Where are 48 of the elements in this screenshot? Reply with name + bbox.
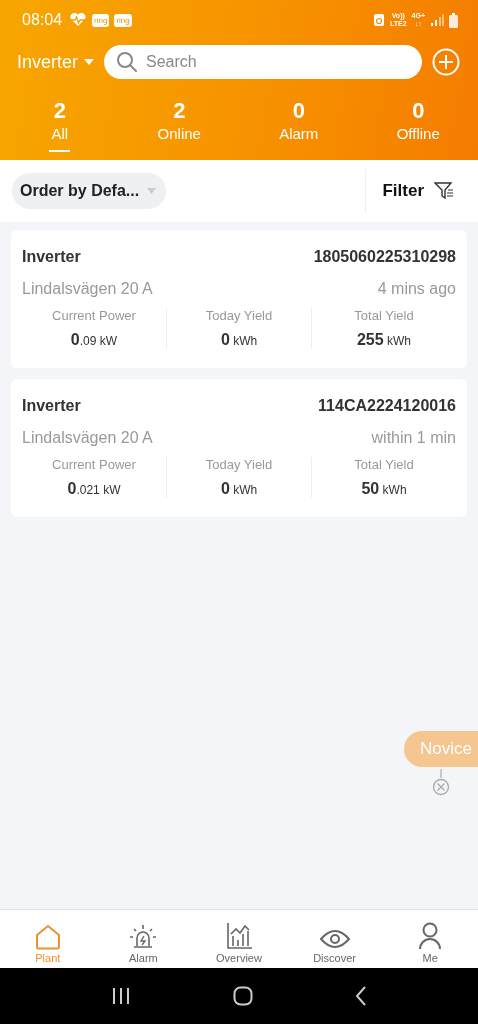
- recent-apps-icon[interactable]: [111, 987, 131, 1005]
- device-name: Inverter: [22, 248, 81, 266]
- metric-label: Current Power: [52, 457, 136, 472]
- metric-value: 50 kWh: [361, 480, 407, 498]
- person-icon: [418, 922, 443, 950]
- nav-item[interactable]: Alarm: [95, 910, 192, 968]
- alarm-light-icon: [128, 924, 159, 950]
- nav-item[interactable]: Me: [382, 910, 478, 968]
- serial-number: 114CA2224120016: [318, 397, 456, 415]
- device-name: Inverter: [22, 397, 81, 415]
- metric-value: 0.09 kW: [70, 331, 118, 349]
- metric-value: 0 kWh: [220, 480, 258, 498]
- home-icon: [33, 924, 62, 950]
- heart-rate-icon: [69, 13, 88, 27]
- search-icon: [116, 51, 139, 73]
- device-card[interactable]: Inverter 114CA2224120016 Lindalsvägen 20 A within 1 min Current Power 0.021 kW Today Yield 0 kWh Total Yield 50 kWh: [11, 379, 467, 517]
- metric-label: Today Yield: [205, 308, 273, 323]
- metric-value: 0 kWh: [220, 331, 258, 349]
- back-icon[interactable]: [355, 986, 367, 1006]
- search-field[interactable]: Search: [104, 45, 422, 79]
- metric-value: 0.021 kW: [67, 480, 121, 498]
- metric-value: 255 kWh: [356, 331, 411, 349]
- caret-icon: [147, 188, 157, 194]
- chart-icon: [225, 922, 253, 950]
- nav-item[interactable]: Discover: [286, 910, 383, 968]
- nav-item[interactable]: Overview: [191, 910, 287, 968]
- eye-icon: [319, 928, 350, 950]
- add-icon[interactable]: [432, 48, 460, 76]
- notification-badge: ring: [92, 13, 110, 27]
- metric-label: Current Power: [52, 308, 136, 323]
- metric-label: Total Yield: [354, 457, 414, 472]
- filter-button[interactable]: Filter: [365, 169, 460, 213]
- device-address: Lindalsvägen 20 A: [22, 429, 153, 447]
- battery-icon: [449, 12, 458, 28]
- device-card[interactable]: Inverter 1805060225310298 Lindalsvägen 20 A 4 mins ago Current Power 0.09 kW Today Yield 0 kWh Total Yield 255 kWh: [11, 230, 467, 368]
- notification-badge: ring: [114, 13, 132, 27]
- status-time: 08:04: [22, 11, 63, 29]
- filter-icon: [434, 182, 454, 200]
- signal-icon: [430, 14, 444, 26]
- caret-icon: [84, 58, 95, 66]
- home-button-icon[interactable]: [233, 986, 253, 1006]
- sort-dropdown[interactable]: Order by Defa...: [12, 173, 167, 209]
- device-address: Lindalsvägen 20 A: [22, 280, 153, 298]
- serial-number: 1805060225310298: [313, 248, 456, 266]
- update-time: 4 mins ago: [377, 280, 456, 298]
- metric-label: Total Yield: [354, 308, 414, 323]
- metric-label: Today Yield: [205, 457, 273, 472]
- update-time: within 1 min: [371, 429, 456, 447]
